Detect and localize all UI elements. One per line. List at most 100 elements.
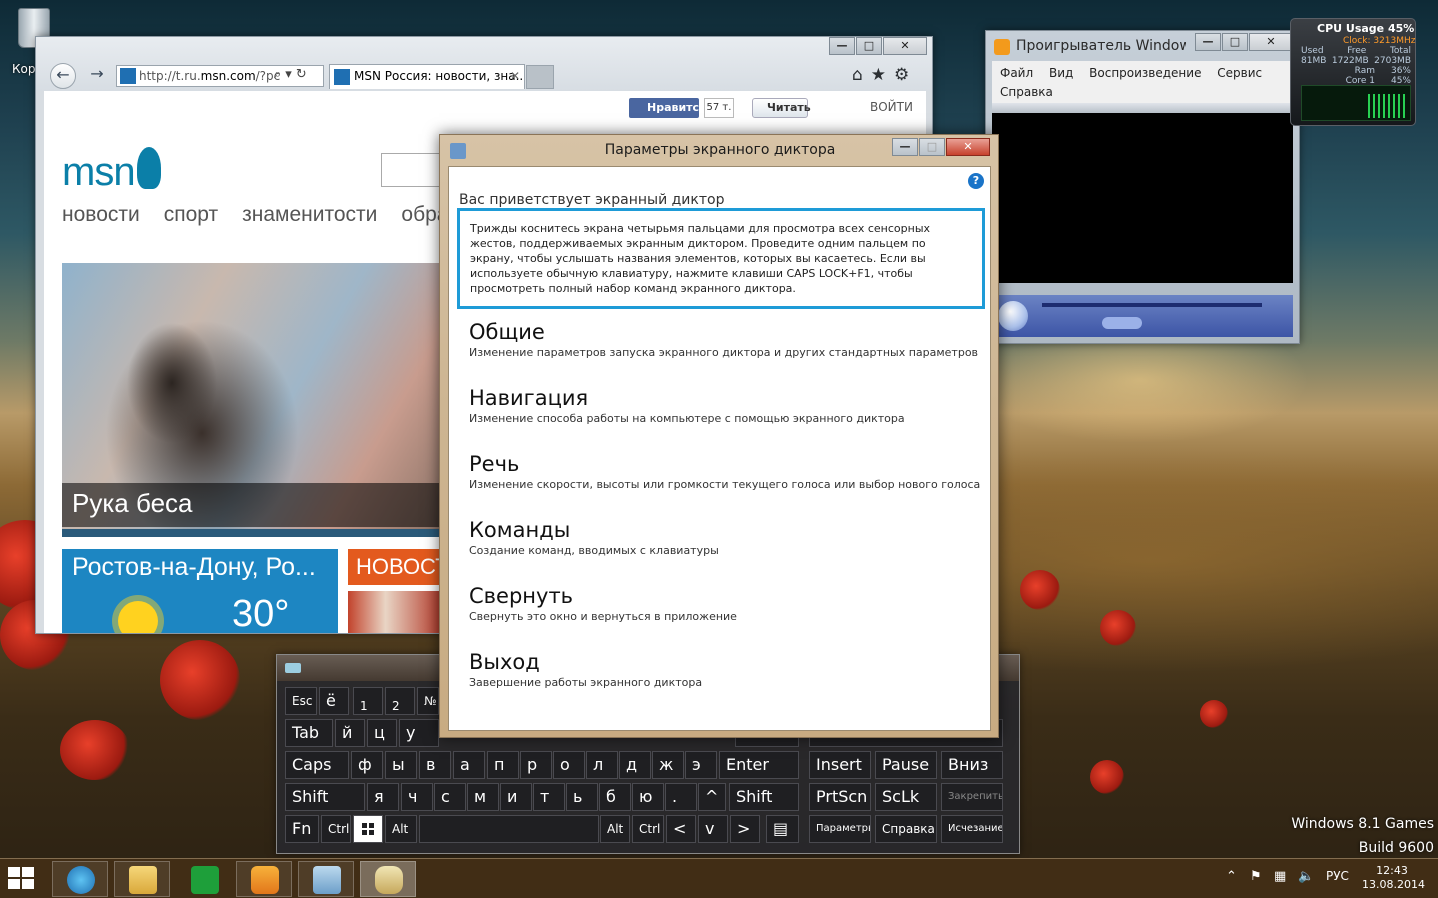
facebook-like-button[interactable]: Нравится <box>629 98 706 118</box>
tab-msn[interactable]: MSN Россия: новости, зна... ✕ <box>329 64 525 89</box>
key-soft[interactable]: ь <box>566 783 598 811</box>
key-alt-left[interactable]: Alt <box>385 815 417 843</box>
seek-slider[interactable] <box>1042 303 1262 307</box>
key-alt-right[interactable]: Alt <box>600 815 630 843</box>
key-windows[interactable] <box>353 815 383 843</box>
key-enter[interactable]: Enter <box>719 751 799 779</box>
key-l[interactable]: л <box>586 751 618 779</box>
hero-story[interactable]: Рука беса <box>62 263 462 537</box>
option-navigation[interactable]: Навигация Изменение способа работы на ко… <box>469 385 905 427</box>
key-1[interactable]: 1 <box>353 687 383 715</box>
key-p[interactable]: п <box>487 751 519 779</box>
taskbar-store[interactable] <box>176 861 232 897</box>
news-tile[interactable]: НОВОСТ <box>348 549 442 585</box>
option-minimize[interactable]: Свернуть Свернуть это окно и вернуться в… <box>469 583 737 625</box>
key-v[interactable]: в <box>419 751 451 779</box>
chevron-down-icon[interactable]: ▾ <box>285 67 296 82</box>
key-u[interactable]: у <box>399 719 439 747</box>
key-a[interactable]: а <box>453 751 485 779</box>
home-icon[interactable]: ⌂ <box>852 65 871 85</box>
nav-celebrities[interactable]: знаменитости <box>242 203 377 227</box>
key-f[interactable]: ф <box>351 751 383 779</box>
key-zh[interactable]: ж <box>652 751 684 779</box>
menu-playback[interactable]: Воспроизведение <box>1089 66 1201 80</box>
key-insert[interactable]: Insert <box>809 751 871 779</box>
maximize-button[interactable]: □ <box>919 138 945 156</box>
taskbar-explorer[interactable] <box>114 861 170 897</box>
login-link[interactable]: ВОЙТИ <box>870 100 913 114</box>
network-icon[interactable]: ▦ <box>1274 869 1286 884</box>
key-arrow-right[interactable]: > <box>730 815 760 843</box>
taskbar-narrator[interactable] <box>360 861 416 897</box>
key-arrow-down[interactable]: v <box>698 815 728 843</box>
key-period[interactable]: . <box>665 783 697 811</box>
key-t[interactable]: т <box>533 783 565 811</box>
tab-close-button[interactable]: ✕ <box>510 65 520 88</box>
key-dock[interactable]: Закрепить <box>941 783 1003 811</box>
key-r[interactable]: р <box>520 751 552 779</box>
key-prtscn[interactable]: PrtScn <box>809 783 871 811</box>
key-tab[interactable]: Tab <box>285 719 333 747</box>
favorites-star-icon[interactable]: ★ <box>871 65 894 85</box>
key-space[interactable] <box>419 815 599 843</box>
key-down-dock[interactable]: Вниз <box>941 751 1003 779</box>
maximize-button[interactable]: □ <box>1222 33 1248 51</box>
key-help[interactable]: Справка <box>875 815 937 843</box>
start-button[interactable] <box>8 867 36 891</box>
system-clock[interactable]: 12:43 13.08.2014 <box>1362 864 1425 892</box>
forward-button[interactable]: → <box>84 63 110 89</box>
option-voice[interactable]: Речь Изменение скорости, высоты или гром… <box>469 451 980 493</box>
key-esc[interactable]: Esc <box>285 687 317 715</box>
key-i[interactable]: и <box>500 783 532 811</box>
key-yu[interactable]: ю <box>632 783 664 811</box>
key-m[interactable]: м <box>467 783 499 811</box>
volume-slider[interactable] <box>1102 317 1142 329</box>
key-ya[interactable]: я <box>367 783 399 811</box>
key-fn[interactable]: Fn <box>285 815 319 843</box>
new-tab-button[interactable] <box>526 65 554 89</box>
key-numero[interactable]: № <box>417 687 439 715</box>
info-text[interactable]: Трижды коснитесь экрана четырьмя пальцам… <box>457 208 985 309</box>
menu-file[interactable]: Файл <box>1000 66 1033 80</box>
menu-help[interactable]: Справка <box>1000 85 1053 99</box>
flag-icon[interactable]: ⚑ <box>1250 869 1262 884</box>
video-area[interactable] <box>992 113 1293 283</box>
minimize-button[interactable]: — <box>829 37 855 55</box>
back-button[interactable]: ← <box>50 63 76 89</box>
menu-view[interactable]: Вид <box>1049 66 1073 80</box>
key-shift-left[interactable]: Shift <box>285 783 365 811</box>
news-image[interactable] <box>348 591 442 633</box>
key-ch[interactable]: ч <box>401 783 433 811</box>
option-exit[interactable]: Выход Завершение работы экранного диктор… <box>469 649 702 691</box>
key-y[interactable]: ы <box>385 751 417 779</box>
menu-tools[interactable]: Сервис <box>1217 66 1262 80</box>
nav-sport[interactable]: спорт <box>164 203 218 227</box>
key-y-short[interactable]: й <box>335 719 365 747</box>
close-button[interactable]: ✕ <box>883 37 927 55</box>
nav-news[interactable]: новости <box>62 203 140 227</box>
key-menu[interactable]: ▤ <box>766 815 799 843</box>
search-icon[interactable]: ⌕ <box>274 67 285 82</box>
key-caps[interactable]: Caps <box>285 751 349 779</box>
language-indicator[interactable]: РУС <box>1326 869 1349 883</box>
taskbar-osk[interactable] <box>298 861 354 897</box>
help-icon[interactable]: ? <box>968 173 984 189</box>
speaker-icon[interactable]: 🔈 <box>1298 869 1314 884</box>
key-fade[interactable]: Исчезание <box>941 815 1003 843</box>
gear-icon[interactable]: ⚙ <box>894 65 917 85</box>
key-options[interactable]: Параметры <box>809 815 871 843</box>
minimize-button[interactable]: — <box>1195 33 1221 51</box>
close-button[interactable]: ✕ <box>1249 33 1293 51</box>
key-b[interactable]: б <box>599 783 631 811</box>
taskbar-ie[interactable] <box>52 861 108 897</box>
key-sclk[interactable]: ScLk <box>875 783 937 811</box>
key-e[interactable]: э <box>685 751 717 779</box>
key-o[interactable]: о <box>553 751 585 779</box>
key-s[interactable]: с <box>434 783 466 811</box>
key-d[interactable]: д <box>619 751 651 779</box>
maximize-button[interactable]: □ <box>856 37 882 55</box>
msn-logo[interactable]: msn <box>62 147 161 195</box>
key-pause[interactable]: Pause <box>875 751 937 779</box>
twitter-follow-button[interactable]: Читать <box>752 98 811 118</box>
key-yo[interactable]: ё <box>319 687 349 715</box>
